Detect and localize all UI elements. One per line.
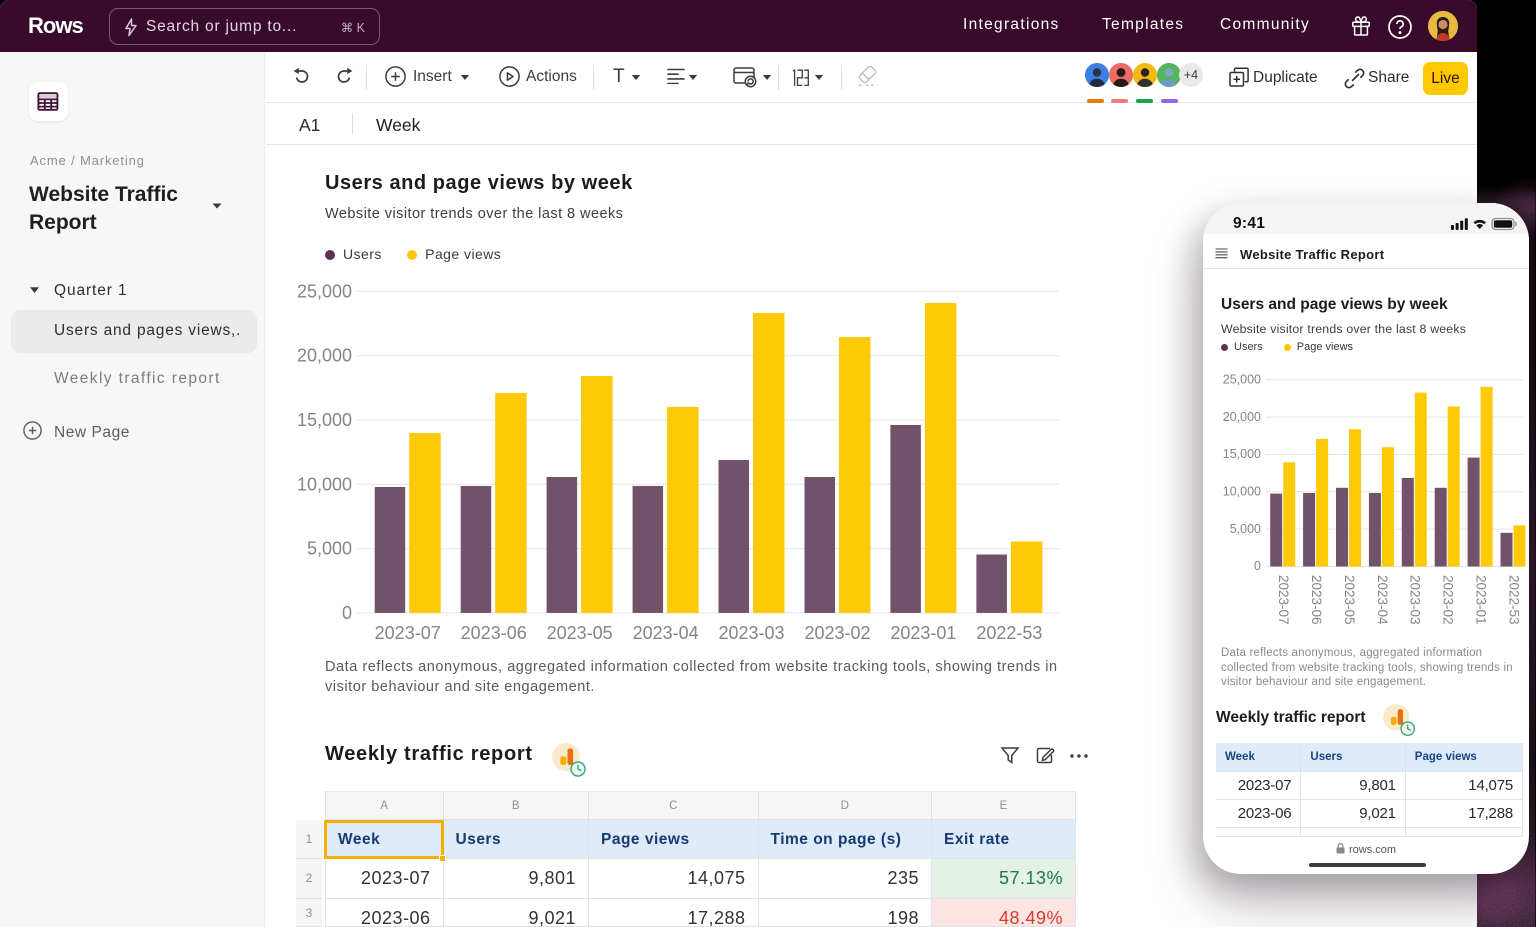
svg-text:2022-53: 2022-53	[976, 623, 1042, 643]
svg-text:15,000: 15,000	[1223, 447, 1261, 461]
svg-text:2023-06: 2023-06	[1309, 575, 1324, 625]
svg-text:15,000: 15,000	[297, 410, 352, 430]
svg-text:25,000: 25,000	[1223, 372, 1261, 386]
svg-text:2023-03: 2023-03	[718, 623, 784, 643]
svg-text:25,000: 25,000	[297, 281, 352, 301]
svg-text:2023-04: 2023-04	[1375, 575, 1390, 625]
svg-text:5,000: 5,000	[307, 539, 352, 559]
svg-text:2023-05: 2023-05	[1342, 575, 1357, 625]
svg-text:2023-07: 2023-07	[1276, 575, 1291, 625]
svg-text:5,000: 5,000	[1230, 522, 1261, 536]
svg-text:20,000: 20,000	[1223, 410, 1261, 424]
svg-text:20,000: 20,000	[297, 346, 352, 366]
svg-text:2023-06: 2023-06	[461, 623, 527, 643]
svg-text:10,000: 10,000	[1223, 485, 1261, 499]
svg-text:2023-01: 2023-01	[890, 623, 956, 643]
svg-text:2023-07: 2023-07	[375, 623, 441, 643]
svg-text:2023-02: 2023-02	[1441, 575, 1456, 625]
svg-text:0: 0	[1254, 559, 1261, 573]
svg-text:10,000: 10,000	[297, 474, 352, 494]
svg-text:0: 0	[342, 603, 352, 623]
svg-text:2023-02: 2023-02	[804, 623, 870, 643]
svg-text:2023-01: 2023-01	[1474, 575, 1489, 625]
svg-text:2022-53: 2022-53	[1506, 575, 1521, 625]
svg-text:2023-03: 2023-03	[1408, 575, 1423, 625]
svg-text:2023-04: 2023-04	[633, 623, 699, 643]
svg-text:2023-05: 2023-05	[547, 623, 613, 643]
